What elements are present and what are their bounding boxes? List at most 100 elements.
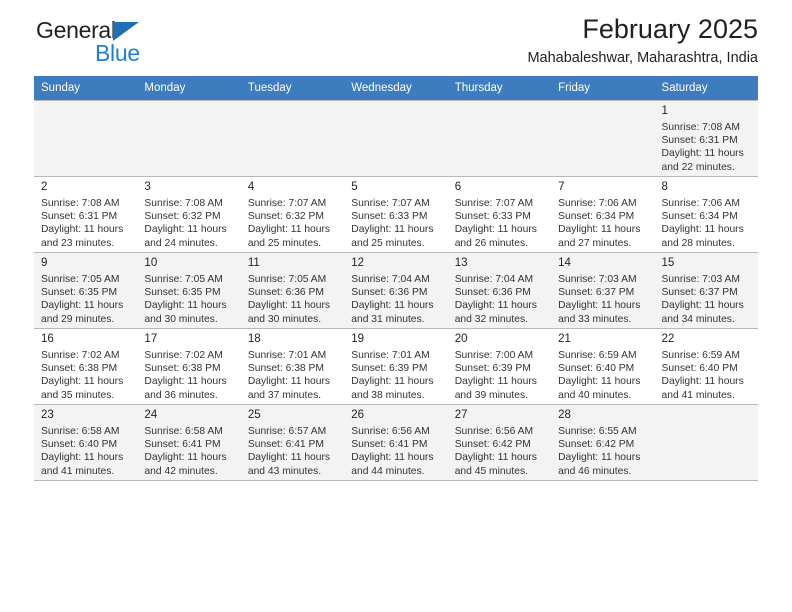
- day-number: 22: [661, 333, 675, 345]
- title-block: February 2025 Mahabaleshwar, Maharashtra…: [527, 12, 758, 69]
- calendar-day-cell: 12 Sunrise: 7:04 AM Sunset: 6:36 PM Dayli…: [344, 252, 448, 328]
- calendar-table: Sunday Monday Tuesday Wednesday Thursday…: [34, 76, 758, 480]
- calendar-day-content: 1 Sunrise: 7:08 AM Sunset: 6:31 PM Daylig…: [654, 100, 758, 176]
- calendar-day-content: 14 Sunrise: 7:03 AM Sunset: 6:37 PM Dayli…: [551, 252, 655, 328]
- sun-times-text: Sunrise: 7:04 AM Sunset: 6:36 PM Dayligh…: [351, 274, 434, 325]
- calendar-day-content: 19 Sunrise: 7:01 AM Sunset: 6:39 PM Dayli…: [344, 328, 448, 404]
- day-number: 18: [247, 333, 261, 345]
- sun-times-text: Sunrise: 7:05 AM Sunset: 6:35 PM Dayligh…: [41, 274, 124, 325]
- calendar-day-content: [240, 100, 345, 176]
- calendar-day-cell: 9 Sunrise: 7:05 AM Sunset: 6:35 PM Daylig…: [34, 252, 138, 328]
- calendar-week-row: 16 Sunrise: 7:02 AM Sunset: 6:38 PM Dayli…: [34, 328, 758, 404]
- day-number: 12: [351, 257, 365, 269]
- sun-times-text: Sunrise: 7:06 AM Sunset: 6:34 PM Dayligh…: [661, 198, 744, 249]
- calendar-body: 1 Sunrise: 7:08 AM Sunset: 6:31 PM Daylig…: [34, 100, 758, 480]
- calendar-day-content: 27 Sunrise: 6:56 AM Sunset: 6:42 PM Dayli…: [447, 404, 552, 480]
- calendar-day-cell-empty: [447, 100, 552, 176]
- logo-text-blue: Blue: [95, 40, 140, 66]
- weekday-header-friday: Friday: [551, 76, 655, 100]
- calendar-day-content: 12 Sunrise: 7:04 AM Sunset: 6:36 PM Dayli…: [344, 252, 448, 328]
- calendar-day-content: [447, 100, 552, 176]
- calendar-day-content: 23 Sunrise: 6:58 AM Sunset: 6:40 PM Dayli…: [34, 404, 138, 480]
- sun-times-text: Sunrise: 7:04 AM Sunset: 6:36 PM Dayligh…: [454, 274, 537, 325]
- day-number: 26: [351, 409, 365, 421]
- day-number: 25: [247, 409, 261, 421]
- calendar-day-cell: 17 Sunrise: 7:02 AM Sunset: 6:38 PM Dayli…: [137, 328, 241, 404]
- day-number: 17: [144, 333, 158, 345]
- day-number: 11: [247, 257, 260, 269]
- sun-times-text: Sunrise: 6:59 AM Sunset: 6:40 PM Dayligh…: [558, 350, 641, 401]
- calendar-day-cell: 7 Sunrise: 7:06 AM Sunset: 6:34 PM Daylig…: [551, 176, 655, 252]
- day-number: 23: [41, 409, 54, 421]
- calendar-day-cell: 28 Sunrise: 6:55 AM Sunset: 6:42 PM Dayli…: [551, 404, 655, 480]
- calendar-day-cell: 1 Sunrise: 7:08 AM Sunset: 6:31 PM Daylig…: [654, 100, 758, 176]
- calendar-day-cell: 5 Sunrise: 7:07 AM Sunset: 6:33 PM Daylig…: [344, 176, 448, 252]
- sun-times-text: Sunrise: 7:08 AM Sunset: 6:31 PM Dayligh…: [661, 122, 744, 173]
- calendar-day-content: 11 Sunrise: 7:05 AM Sunset: 6:36 PM Dayli…: [240, 252, 345, 328]
- weekday-header-thursday: Thursday: [447, 76, 552, 100]
- sun-times-text: Sunrise: 6:58 AM Sunset: 6:40 PM Dayligh…: [41, 426, 124, 477]
- calendar-week-row: 1 Sunrise: 7:08 AM Sunset: 6:31 PM Daylig…: [34, 100, 758, 176]
- day-number: 6: [454, 181, 462, 193]
- calendar-day-content: 28 Sunrise: 6:55 AM Sunset: 6:42 PM Dayli…: [551, 404, 655, 480]
- generalblue-logo: General Blue: [36, 17, 236, 71]
- calendar-day-cell-empty: [137, 100, 241, 176]
- calendar-day-cell-empty: [344, 100, 448, 176]
- sun-times-text: Sunrise: 6:57 AM Sunset: 6:41 PM Dayligh…: [247, 426, 331, 477]
- calendar-day-content: 2 Sunrise: 7:08 AM Sunset: 6:31 PM Daylig…: [34, 176, 138, 252]
- page-header: General Blue February 2025 Mahabaleshwar…: [34, 0, 758, 76]
- calendar-day-content: 26 Sunrise: 6:56 AM Sunset: 6:41 PM Dayli…: [344, 404, 448, 480]
- calendar-day-content: 25 Sunrise: 6:57 AM Sunset: 6:41 PM Dayli…: [240, 404, 345, 480]
- calendar-day-content: 20 Sunrise: 7:00 AM Sunset: 6:39 PM Dayli…: [447, 328, 552, 404]
- calendar-day-content: [137, 100, 241, 176]
- calendar-day-content: 4 Sunrise: 7:07 AM Sunset: 6:32 PM Daylig…: [240, 176, 345, 252]
- calendar-day-content: [654, 404, 758, 480]
- sun-times-text: Sunrise: 7:05 AM Sunset: 6:36 PM Dayligh…: [247, 274, 331, 325]
- calendar-day-content: [344, 100, 448, 176]
- day-number: 28: [558, 409, 571, 421]
- calendar-day-cell: 22 Sunrise: 6:59 AM Sunset: 6:40 PM Dayli…: [654, 328, 758, 404]
- sun-times-text: Sunrise: 7:06 AM Sunset: 6:34 PM Dayligh…: [558, 198, 641, 249]
- day-number: 5: [351, 181, 358, 193]
- calendar-day-content: 13 Sunrise: 7:04 AM Sunset: 6:36 PM Dayli…: [447, 252, 552, 328]
- calendar-day-cell: 10 Sunrise: 7:05 AM Sunset: 6:35 PM Dayli…: [137, 252, 241, 328]
- calendar-day-content: 10 Sunrise: 7:05 AM Sunset: 6:35 PM Dayli…: [137, 252, 241, 328]
- calendar-day-cell: 25 Sunrise: 6:57 AM Sunset: 6:41 PM Dayli…: [240, 404, 345, 480]
- calendar-day-cell: 18 Sunrise: 7:01 AM Sunset: 6:38 PM Dayli…: [240, 328, 345, 404]
- sun-times-text: Sunrise: 7:05 AM Sunset: 6:35 PM Dayligh…: [144, 274, 227, 325]
- calendar-day-cell: 15 Sunrise: 7:03 AM Sunset: 6:37 PM Dayli…: [654, 252, 758, 328]
- calendar-day-cell: 3 Sunrise: 7:08 AM Sunset: 6:32 PM Daylig…: [137, 176, 241, 252]
- sun-times-text: Sunrise: 6:56 AM Sunset: 6:42 PM Dayligh…: [454, 426, 537, 477]
- sun-times-text: Sunrise: 6:58 AM Sunset: 6:41 PM Dayligh…: [144, 426, 227, 477]
- calendar-day-content: 6 Sunrise: 7:07 AM Sunset: 6:33 PM Daylig…: [447, 176, 552, 252]
- sun-times-text: Sunrise: 7:07 AM Sunset: 6:33 PM Dayligh…: [351, 198, 434, 249]
- calendar-day-content: 24 Sunrise: 6:58 AM Sunset: 6:41 PM Dayli…: [137, 404, 241, 480]
- sun-times-text: Sunrise: 6:56 AM Sunset: 6:41 PM Dayligh…: [351, 426, 434, 477]
- calendar-day-cell-empty: [34, 100, 138, 176]
- calendar-week-row: 9 Sunrise: 7:05 AM Sunset: 6:35 PM Daylig…: [34, 252, 758, 328]
- calendar-day-cell: 8 Sunrise: 7:06 AM Sunset: 6:34 PM Daylig…: [654, 176, 758, 252]
- calendar-day-content: [551, 100, 655, 176]
- sun-times-text: Sunrise: 7:01 AM Sunset: 6:39 PM Dayligh…: [351, 350, 434, 401]
- calendar-day-cell: 13 Sunrise: 7:04 AM Sunset: 6:36 PM Dayli…: [447, 252, 552, 328]
- calendar-day-content: 21 Sunrise: 6:59 AM Sunset: 6:40 PM Dayli…: [551, 328, 655, 404]
- sun-times-text: Sunrise: 7:07 AM Sunset: 6:33 PM Dayligh…: [454, 198, 537, 249]
- weekday-header-tuesday: Tuesday: [240, 76, 345, 100]
- page-subtitle: Mahabaleshwar, Maharashtra, India: [527, 50, 758, 66]
- calendar-day-content: 18 Sunrise: 7:01 AM Sunset: 6:38 PM Dayli…: [240, 328, 345, 404]
- calendar-day-content: 22 Sunrise: 6:59 AM Sunset: 6:40 PM Dayli…: [654, 328, 758, 404]
- calendar-day-content: 3 Sunrise: 7:08 AM Sunset: 6:32 PM Daylig…: [137, 176, 241, 252]
- day-number: 7: [558, 181, 565, 193]
- calendar-day-cell: 11 Sunrise: 7:05 AM Sunset: 6:36 PM Dayli…: [240, 252, 345, 328]
- day-number: 9: [41, 257, 48, 269]
- day-number: 27: [454, 409, 468, 421]
- day-number: 21: [558, 333, 571, 345]
- day-number: 10: [144, 257, 158, 269]
- weekday-header-wednesday: Wednesday: [344, 76, 448, 100]
- sun-times-text: Sunrise: 7:03 AM Sunset: 6:37 PM Dayligh…: [558, 274, 641, 325]
- day-number: 2: [41, 181, 48, 193]
- calendar-day-cell: 23 Sunrise: 6:58 AM Sunset: 6:40 PM Dayli…: [34, 404, 138, 480]
- sun-times-text: Sunrise: 7:01 AM Sunset: 6:38 PM Dayligh…: [247, 350, 331, 401]
- calendar-day-content: 15 Sunrise: 7:03 AM Sunset: 6:37 PM Dayli…: [654, 252, 758, 328]
- day-number: 16: [41, 333, 54, 345]
